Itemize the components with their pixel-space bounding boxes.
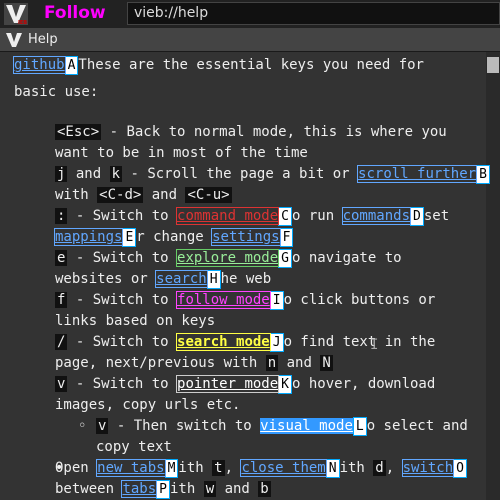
github-link[interactable]: github (13, 56, 66, 74)
intro-line-2: basic use: (14, 84, 99, 100)
mode-indicator: Follow (44, 3, 106, 23)
search-mode-link[interactable]: search mode (176, 333, 271, 351)
navbar: IEB Follow vieb://help (0, 0, 500, 28)
tab-title: Help (28, 32, 58, 47)
list-item-visual: v - Then switch to visual mode Lo select … (96, 416, 468, 436)
list-item-tabs: Open new tabs Mith t, close them Nith d, s… (55, 458, 467, 479)
url-input[interactable]: vieb://help (127, 2, 500, 25)
svg-text:IEB: IEB (18, 20, 27, 25)
visual-mode-link[interactable]: visual mode (260, 418, 353, 434)
settings-link[interactable]: settings (211, 228, 281, 246)
vieb-logo-icon: IEB (4, 3, 28, 25)
list-item-pointer: v - Switch to pointer mode Ko hover, down… (55, 374, 436, 394)
scroll-further-link[interactable]: scroll further (357, 165, 478, 183)
list-item-follow: f - Switch to follow mode Io click button… (55, 290, 436, 310)
text-cursor-icon: I (370, 337, 379, 353)
list-item-command: : - Switch to command mode Co run command… (55, 206, 450, 226)
pointer-mode-link[interactable]: pointer mode (176, 375, 280, 393)
scrollbar-thumb[interactable] (487, 57, 499, 73)
mappings-link[interactable]: mappings (53, 228, 124, 246)
explore-mode-link[interactable]: explore mode (176, 249, 280, 267)
scrollbar-track[interactable] (486, 52, 500, 500)
follow-mode-link[interactable]: follow mode (176, 291, 271, 309)
switch-link[interactable]: switch (401, 459, 455, 477)
tabs-link[interactable]: tabs (121, 480, 158, 498)
vieb-favicon-icon (6, 33, 22, 47)
list-item-jk: j and k - Scroll the page a bit or scrol… (55, 164, 490, 185)
list-item-esc: <Esc> - Back to normal mode, this is whe… (55, 124, 447, 140)
hint-label[interactable]: A (64, 55, 79, 75)
tab-bar: Help (0, 28, 500, 52)
close-them-link[interactable]: close them (240, 459, 327, 477)
intro-line: github A These are the essential keys you … (13, 55, 424, 75)
new-tabs-link[interactable]: new tabs (96, 459, 166, 477)
search-link[interactable]: search (155, 270, 208, 288)
commands-link[interactable]: commands (341, 207, 412, 225)
command-mode-link[interactable]: command mode (176, 207, 280, 225)
list-item-explore: e - Switch to explore mode Go navigate to (55, 248, 402, 268)
